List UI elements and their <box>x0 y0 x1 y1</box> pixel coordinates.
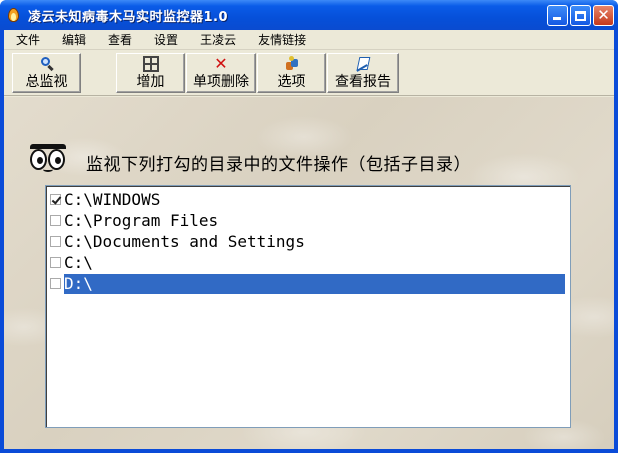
eyes-icon <box>28 144 68 174</box>
close-icon: ✕ <box>597 6 610 24</box>
minimize-button[interactable] <box>547 5 568 26</box>
total-monitor-button[interactable]: 总监视 <box>12 53 81 93</box>
options-icon <box>284 56 300 72</box>
window-title: 凌云未知病毒木马实时监控器1.0 <box>28 9 229 25</box>
minimize-icon <box>553 17 561 20</box>
directory-path: C:\WINDOWS <box>64 189 161 209</box>
directory-checkbox[interactable] <box>50 194 61 205</box>
directory-list[interactable]: C:\WINDOWS C:\Program Files C:\Documents… <box>45 185 571 428</box>
add-label: 增加 <box>136 74 165 90</box>
toolbar: 总监视 增加 ✕ 单项删除 选项 查看报告 <box>4 50 614 96</box>
menu-view[interactable]: 查看 <box>108 29 132 50</box>
maximize-button[interactable] <box>570 5 591 26</box>
flame-app-icon[interactable] <box>6 7 22 23</box>
window-controls: ✕ <box>547 5 614 26</box>
menu-author[interactable]: 王凌云 <box>200 29 236 50</box>
delete-x-icon: ✕ <box>214 54 228 73</box>
directory-row[interactable]: C:\ <box>49 252 565 273</box>
magnifier-icon <box>39 56 55 72</box>
view-report-button[interactable]: 查看报告 <box>327 53 399 93</box>
report-icon <box>355 56 371 72</box>
monitor-panel: 监视下列打勾的目录中的文件操作（包括子目录） C:\WINDOWS C:\Pro… <box>4 97 614 449</box>
directory-row-selected[interactable]: D:\ <box>49 272 566 295</box>
options-label: 选项 <box>277 74 306 90</box>
total-monitor-label: 总监视 <box>25 74 68 90</box>
monitor-caption: 监视下列打勾的目录中的文件操作（包括子目录） <box>86 155 471 175</box>
menu-edit[interactable]: 编辑 <box>62 29 86 50</box>
directory-checkbox[interactable] <box>50 278 61 289</box>
app-window: 凌云未知病毒木马实时监控器1.0 ✕ 文件 编辑 查看 设置 王凌云 友情链接 … <box>0 0 618 453</box>
directory-checkbox[interactable] <box>50 215 61 226</box>
directory-path: C:\Program Files <box>64 210 219 230</box>
maximize-icon <box>575 10 586 21</box>
options-button[interactable]: 选项 <box>257 53 326 93</box>
grid-icon <box>142 56 159 72</box>
directory-path: D:\ <box>63 272 566 295</box>
menu-file[interactable]: 文件 <box>16 29 40 50</box>
delete-item-button[interactable]: ✕ 单项删除 <box>186 53 256 93</box>
add-button[interactable]: 增加 <box>116 53 185 93</box>
directory-checkbox[interactable] <box>50 236 61 247</box>
menu-settings[interactable]: 设置 <box>154 29 178 50</box>
directory-row[interactable]: C:\WINDOWS <box>49 189 565 210</box>
menu-links[interactable]: 友情链接 <box>258 29 306 50</box>
directory-path: C:\Documents and Settings <box>64 231 305 251</box>
directory-path: C:\ <box>64 252 93 272</box>
view-report-label: 查看报告 <box>335 74 391 90</box>
close-button[interactable]: ✕ <box>593 5 614 26</box>
delete-item-label: 单项删除 <box>193 74 249 90</box>
directory-checkbox[interactable] <box>50 257 61 268</box>
client-area: 文件 编辑 查看 设置 王凌云 友情链接 总监视 增加 ✕ 单项删除 选项 查看… <box>4 30 614 449</box>
title-bar[interactable]: 凌云未知病毒木马实时监控器1.0 ✕ <box>0 0 618 30</box>
directory-row[interactable]: C:\Program Files <box>49 210 565 231</box>
directory-row[interactable]: C:\Documents and Settings <box>49 231 565 252</box>
menu-bar: 文件 编辑 查看 设置 王凌云 友情链接 <box>4 30 614 50</box>
